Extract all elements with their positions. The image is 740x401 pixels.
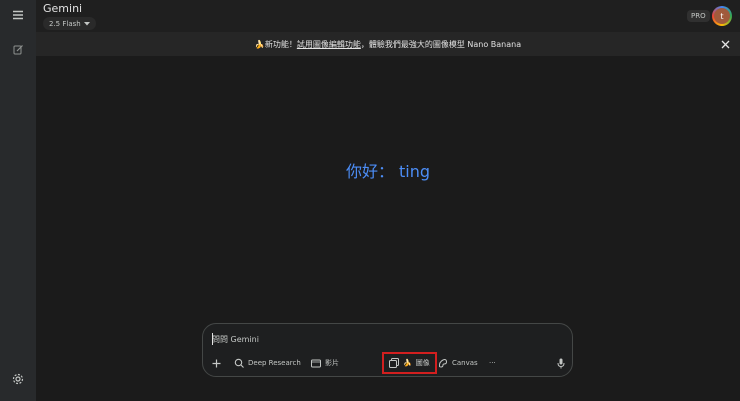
image-icon xyxy=(389,358,399,368)
prompt-composer: Deep Research 影片 🍌 圖像 Canvas ··· xyxy=(202,323,573,377)
deep-research-icon xyxy=(234,358,244,368)
deep-research-button[interactable]: Deep Research xyxy=(234,353,301,373)
video-label: 影片 xyxy=(325,359,339,367)
close-icon[interactable] xyxy=(719,38,731,50)
more-icon: ··· xyxy=(489,359,496,367)
side-rail xyxy=(0,0,36,401)
deep-research-label: Deep Research xyxy=(248,359,301,367)
image-button[interactable]: 🍌 圖像 xyxy=(382,352,437,374)
banner-link[interactable]: 試用圖像編輯功能 xyxy=(297,39,361,50)
add-button[interactable] xyxy=(212,353,221,373)
composer-tools: Deep Research 影片 🍌 圖像 Canvas ··· xyxy=(203,352,574,374)
avatar-initial: t xyxy=(714,8,730,24)
video-button[interactable]: 影片 xyxy=(311,353,339,373)
gear-icon[interactable] xyxy=(9,370,27,388)
prompt-input[interactable] xyxy=(212,333,512,345)
banner-prefix: 新功能！ xyxy=(264,39,297,49)
announcement-banner: 🍌 新功能！ 試用圖像編輯功能 ，體驗我們最強大的圖像模型 Nano Banan… xyxy=(36,32,740,56)
menu-icon[interactable] xyxy=(9,6,27,24)
banana-icon: 🍌 xyxy=(254,39,265,49)
canvas-button[interactable]: Canvas xyxy=(438,353,478,373)
model-selector[interactable]: 2.5 Flash xyxy=(43,17,96,30)
mic-icon[interactable] xyxy=(555,357,567,369)
text-caret xyxy=(212,333,213,345)
banner-suffix: ，體驗我們最強大的圖像模型 Nano Banana xyxy=(360,39,522,49)
plus-icon xyxy=(212,359,221,367)
model-label: 2.5 Flash xyxy=(49,19,81,28)
banana-icon: 🍌 xyxy=(403,359,412,367)
top-bar: Gemini 2.5 Flash PRO t xyxy=(36,0,740,32)
edit-icon[interactable] xyxy=(9,40,27,58)
canvas-icon xyxy=(438,359,448,368)
pro-badge: PRO xyxy=(687,10,710,22)
more-tools-button[interactable]: ··· xyxy=(489,353,496,373)
main-area: Gemini 2.5 Flash PRO t 🍌 新功能！ 試用圖像編輯功能 ，… xyxy=(36,0,740,401)
greeting: 你好： ting xyxy=(345,162,431,181)
avatar[interactable]: t xyxy=(712,6,732,26)
video-icon xyxy=(311,359,321,367)
image-label: 圖像 xyxy=(415,359,430,367)
canvas-label: Canvas xyxy=(452,359,478,367)
app-title: Gemini xyxy=(43,2,83,15)
chevron-down-icon xyxy=(83,21,90,25)
